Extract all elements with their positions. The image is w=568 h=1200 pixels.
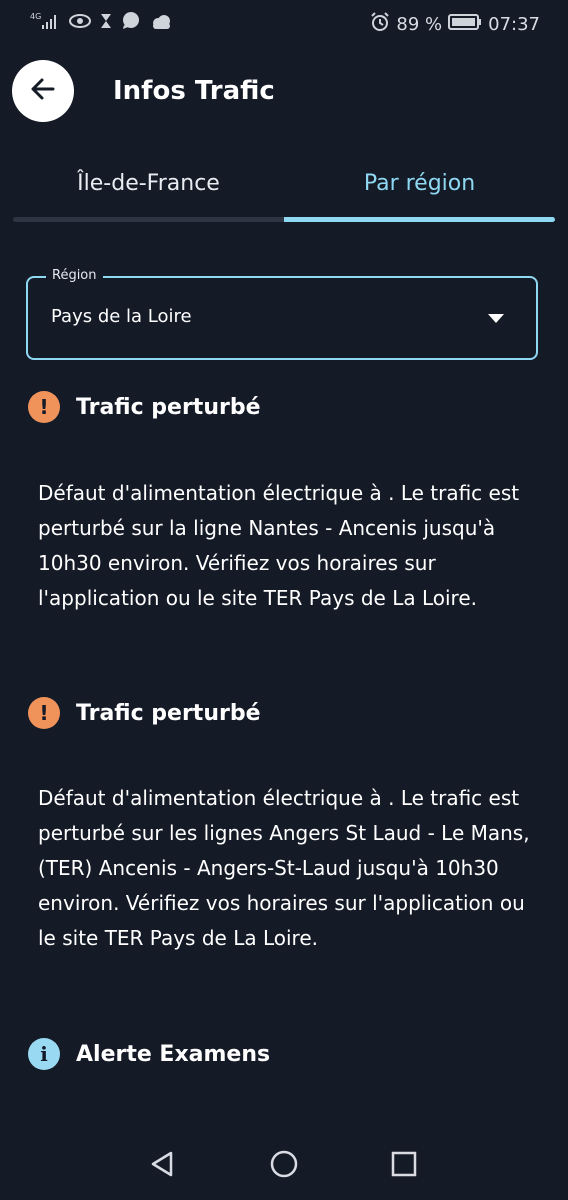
alert-header: ! Trafic perturbé bbox=[28, 697, 261, 729]
eye-icon bbox=[69, 13, 91, 34]
nav-back-button[interactable] bbox=[146, 1150, 178, 1182]
cloud-icon bbox=[150, 13, 172, 34]
alert-title: Alerte Examens bbox=[76, 1041, 271, 1067]
circle-icon bbox=[270, 1150, 298, 1182]
page-title: Infos Trafic bbox=[113, 76, 275, 106]
tab-active-indicator bbox=[284, 217, 555, 222]
status-bar: 4G 89 % 07:37 bbox=[0, 0, 568, 46]
system-nav-bar bbox=[0, 1132, 568, 1200]
chat-icon bbox=[121, 12, 141, 35]
status-left-icons: 4G bbox=[30, 11, 172, 36]
tab-bar: Île-de-France Par région bbox=[13, 162, 555, 226]
region-dropdown[interactable]: Région Pays de la Loire bbox=[26, 267, 538, 360]
app-header: Infos Trafic bbox=[0, 60, 568, 124]
alert-header: ! Trafic perturbé bbox=[28, 391, 261, 423]
alert-body: Défaut d'alimentation électrique à . Le … bbox=[38, 786, 530, 950]
tab-ile-de-france[interactable]: Île-de-France bbox=[13, 162, 284, 218]
square-icon bbox=[391, 1151, 417, 1181]
nav-home-button[interactable] bbox=[268, 1150, 300, 1182]
exclamation-circle-icon: ! bbox=[28, 391, 60, 423]
region-dropdown-label: Région bbox=[46, 267, 103, 285]
info-circle-icon: i bbox=[28, 1038, 60, 1070]
svg-text:4G: 4G bbox=[30, 12, 41, 21]
hourglass-icon bbox=[100, 13, 112, 34]
clock: 07:37 bbox=[488, 14, 540, 35]
back-button[interactable] bbox=[12, 60, 74, 122]
region-dropdown-value: Pays de la Loire bbox=[51, 306, 192, 327]
alert-header: i Alerte Examens bbox=[28, 1038, 270, 1070]
tab-track bbox=[13, 217, 284, 222]
triangle-down-icon bbox=[488, 314, 504, 323]
battery-percent: 89 % bbox=[396, 14, 443, 35]
nav-recents-button[interactable] bbox=[388, 1150, 420, 1182]
alert-title: Trafic perturbé bbox=[76, 700, 261, 726]
battery-icon bbox=[448, 14, 482, 35]
alert-body: Défaut d'alimentation électrique à . Le … bbox=[38, 481, 520, 610]
triangle-left-icon bbox=[149, 1150, 175, 1182]
status-right-icons: 89 % 07:37 bbox=[370, 12, 540, 37]
tab-par-region[interactable]: Par région bbox=[284, 162, 555, 218]
alarm-icon bbox=[370, 12, 390, 37]
signal-icon: 4G bbox=[30, 11, 60, 36]
arrow-left-icon bbox=[29, 75, 57, 107]
alert-title: Trafic perturbé bbox=[76, 394, 261, 420]
exclamation-circle-icon: ! bbox=[28, 697, 60, 729]
